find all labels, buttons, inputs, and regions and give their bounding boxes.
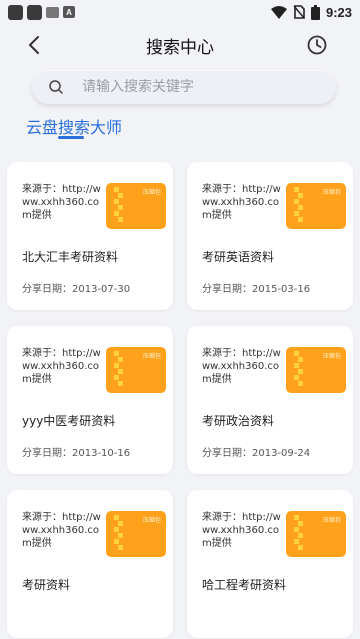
card-title: yyy中医考研资料 xyxy=(22,414,116,428)
card-title: 哈工程考研资料 xyxy=(202,578,287,592)
notification-icon xyxy=(46,6,59,18)
card-source: 来源于：http://www.xxhh360.com提供 xyxy=(22,348,101,385)
thumbnail-label: 压缩包 xyxy=(142,189,161,196)
thumbnail-label: 压缩包 xyxy=(322,189,341,196)
card-date: 分享日期：2013-07-30 xyxy=(22,284,131,295)
card-title: 考研资料 xyxy=(22,578,71,592)
notification-icon xyxy=(8,4,23,20)
result-card[interactable]: 来源于：http://www.xxhh360.com提供 压缩包 yyy中医考研… xyxy=(7,326,173,474)
card-title: 考研英语资料 xyxy=(202,250,275,264)
zip-icon xyxy=(294,515,303,553)
result-card[interactable]: 来源于：http://www.xxhh360.com提供 压缩包 北大汇丰考研资… xyxy=(7,162,173,310)
archive-thumbnail: 压缩包 xyxy=(286,511,346,557)
notification-icon xyxy=(27,4,42,20)
card-source: 来源于：http://www.xxhh360.com提供 xyxy=(22,512,101,549)
search-input[interactable] xyxy=(82,79,302,95)
search-bar[interactable] xyxy=(32,70,336,104)
no-sim-icon xyxy=(293,5,305,19)
battery-icon xyxy=(310,4,320,20)
page-title: 搜索中心 xyxy=(146,37,214,58)
card-title: 北大汇丰考研资料 xyxy=(22,250,119,264)
archive-thumbnail: 压缩包 xyxy=(286,183,346,229)
result-card[interactable]: 来源于：http://www.xxhh360.com提供 压缩包 哈工程考研资料 xyxy=(187,490,353,638)
zip-icon xyxy=(114,187,123,225)
zip-icon xyxy=(294,187,303,225)
card-title: 考研政治资料 xyxy=(202,414,275,428)
app-header: 搜索中心 xyxy=(0,24,360,66)
history-clock-icon[interactable] xyxy=(306,34,328,56)
card-source: 来源于：http://www.xxhh360.com提供 xyxy=(22,184,101,221)
search-icon xyxy=(49,80,63,94)
notification-a-icon: A xyxy=(63,6,75,18)
card-date: 分享日期：2015-03-16 xyxy=(202,284,311,295)
archive-thumbnail: 压缩包 xyxy=(286,347,346,393)
thumbnail-label: 压缩包 xyxy=(322,517,341,524)
archive-thumbnail: 压缩包 xyxy=(106,183,166,229)
archive-thumbnail: 压缩包 xyxy=(106,511,166,557)
wifi-icon xyxy=(270,5,287,19)
tab-cloud-search-master[interactable]: 云盘搜索大师 xyxy=(26,114,122,138)
card-date: 分享日期：2013-09-24 xyxy=(202,448,311,459)
zip-icon xyxy=(114,515,123,553)
zip-icon xyxy=(294,351,303,389)
card-source: 来源于：http://www.xxhh360.com提供 xyxy=(202,184,281,221)
thumbnail-label: 压缩包 xyxy=(142,517,161,524)
status-bar: A 9:23 xyxy=(0,0,360,24)
result-card[interactable]: 来源于：http://www.xxhh360.com提供 压缩包 考研政治资料 … xyxy=(187,326,353,474)
back-arrow-icon[interactable] xyxy=(24,34,46,56)
result-card[interactable]: 来源于：http://www.xxhh360.com提供 压缩包 考研资料 xyxy=(7,490,173,638)
card-source: 来源于：http://www.xxhh360.com提供 xyxy=(202,348,281,385)
zip-icon xyxy=(114,351,123,389)
tab-active-indicator xyxy=(58,136,84,139)
thumbnail-label: 压缩包 xyxy=(322,353,341,360)
card-source: 来源于：http://www.xxhh360.com提供 xyxy=(202,512,281,549)
archive-thumbnail: 压缩包 xyxy=(106,347,166,393)
card-date: 分享日期：2013-10-16 xyxy=(22,448,131,459)
thumbnail-label: 压缩包 xyxy=(142,353,161,360)
result-card[interactable]: 来源于：http://www.xxhh360.com提供 压缩包 考研英语资料 … xyxy=(187,162,353,310)
clock-time: 9:23 xyxy=(325,4,352,20)
